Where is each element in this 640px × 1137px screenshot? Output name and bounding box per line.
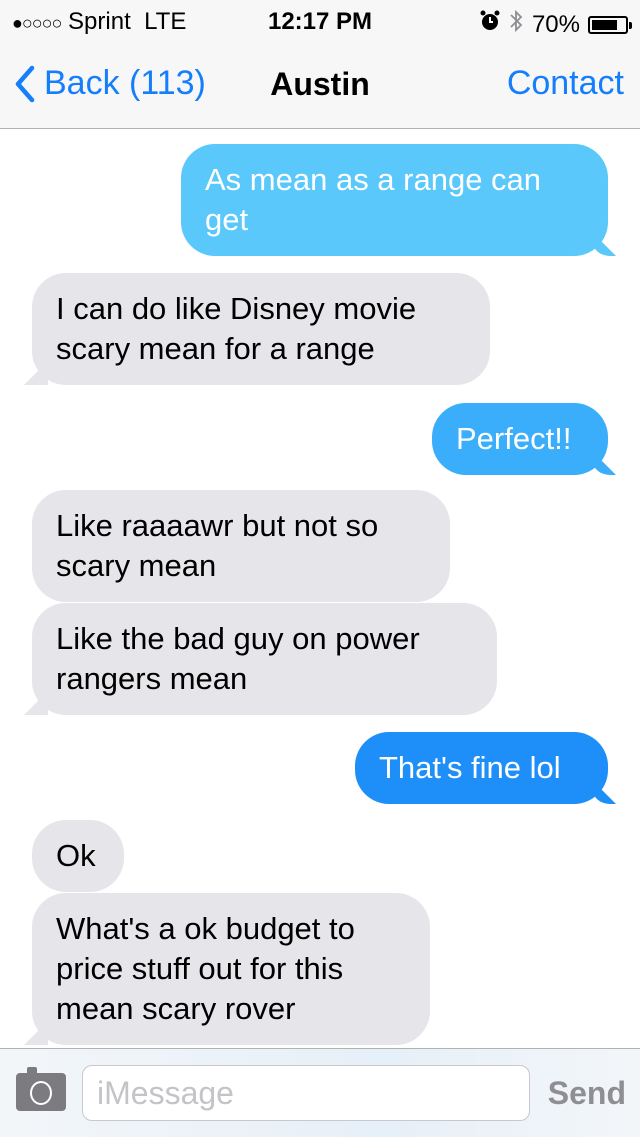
back-button[interactable]: Back (113) — [14, 64, 206, 103]
message-composer: Send — [0, 1048, 640, 1137]
bluetooth-icon — [508, 8, 524, 41]
camera-icon[interactable] — [16, 1067, 66, 1111]
message-bubble-outgoing[interactable]: That's fine lol — [355, 732, 608, 804]
battery-percent: 70% — [531, 10, 580, 38]
message-bubble-incoming[interactable]: What's a ok budget to price stuff out fo… — [32, 893, 430, 1045]
message-bubble-incoming[interactable]: Like raaaawr but not so scary mean — [32, 490, 450, 602]
send-button[interactable]: Send — [548, 1075, 626, 1112]
battery-level-fill — [592, 19, 618, 30]
message-bubble-incoming[interactable]: I can do like Disney movie scary mean fo… — [32, 273, 490, 385]
top-bar: ●○○○○ Sprint LTE 12:17 PM 70% Back (113)… — [0, 0, 640, 129]
contact-button[interactable]: Contact — [507, 64, 624, 103]
battery-icon — [588, 15, 632, 34]
status-right: 70% — [480, 8, 632, 41]
message-bubble-outgoing[interactable]: As mean as a range can get — [181, 144, 608, 256]
chevron-left-icon — [15, 65, 35, 102]
conversation-title: Austin — [270, 66, 370, 102]
back-button-label: Back (113) — [44, 64, 206, 102]
message-bubble-incoming[interactable]: Ok — [32, 820, 124, 892]
message-bubble-incoming[interactable]: Like the bad guy on power rangers mean — [32, 603, 497, 715]
status-bar: ●○○○○ Sprint LTE 12:17 PM 70% — [0, 0, 640, 40]
navigation-bar: Back (113) Austin Contact — [0, 40, 640, 128]
camera-lens — [30, 1081, 52, 1105]
alarm-icon — [480, 10, 500, 39]
message-input[interactable] — [82, 1065, 530, 1121]
message-bubble-outgoing[interactable]: Perfect!! — [432, 403, 608, 475]
